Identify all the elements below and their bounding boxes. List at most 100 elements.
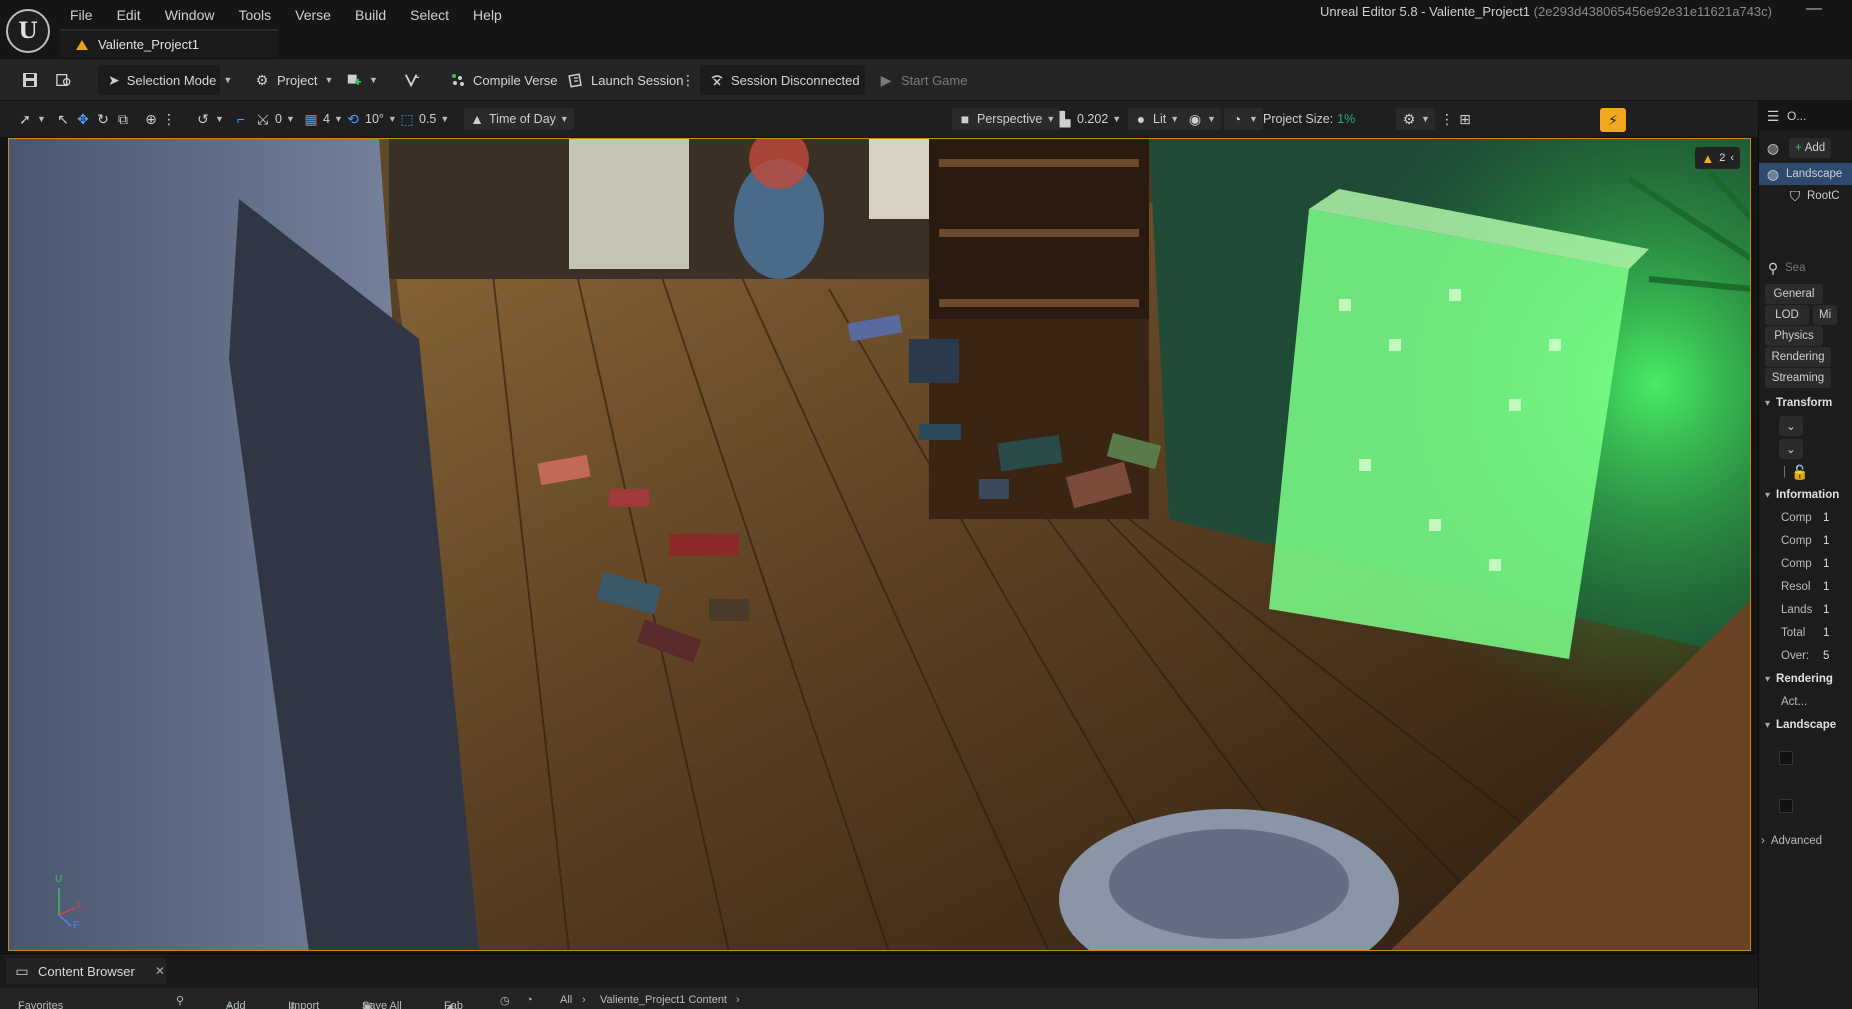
menu-tools[interactable]: Tools [226, 4, 283, 26]
time-of-day-label: Time of Day [489, 112, 556, 126]
menu-edit[interactable]: Edit [105, 4, 153, 26]
project-tab[interactable]: Valiente_Project1 [60, 29, 278, 58]
time-of-day-icon: ▲ [470, 111, 484, 127]
transform-scale-lock[interactable]: | 🔓 [1759, 461, 1852, 483]
camera-speed-dropdown[interactable]: ▙ 0.202 ▼ [1052, 108, 1126, 130]
menu-help[interactable]: Help [461, 4, 514, 26]
info-row-overall: Over: 5 [1759, 645, 1852, 667]
outliner-item-landscape[interactable]: ◍ Landscape [1759, 163, 1852, 185]
browse-button[interactable] [46, 65, 82, 95]
history-forward-icon[interactable]: ◔ [526, 994, 533, 1006]
snap-dropdown[interactable]: ↺ ▼ [190, 108, 229, 130]
filter-rendering[interactable]: Rendering [1759, 346, 1852, 368]
angle-snap-dropdown[interactable]: ⟲ 10° ▼ [340, 108, 402, 130]
filter-rendering-button[interactable]: Rendering [1765, 347, 1831, 367]
menu-file[interactable]: File [58, 4, 105, 26]
info-label: Resol [1781, 581, 1811, 593]
outliner-item-rootcomponent[interactable]: ⛉ RootC [1759, 185, 1852, 207]
start-game-label: Start Game [901, 72, 968, 88]
chevron-down-icon: ▼ [324, 75, 334, 85]
viewport-layout-button[interactable]: ⊞ [1452, 108, 1478, 130]
filter-lod[interactable]: LOD Mi [1759, 304, 1852, 326]
session-status[interactable]: Session Disconnected [700, 65, 865, 95]
section-landscape[interactable]: Landscape [1759, 714, 1852, 736]
save-button[interactable] [12, 65, 48, 95]
chevron-down-icon: ▼ [37, 114, 46, 124]
surface-snap-icon: ⌐ [236, 111, 246, 127]
level-viewport[interactable]: ▲ 2 ‹ U L F [8, 138, 1751, 951]
path-all[interactable]: All [560, 994, 572, 1006]
section-advanced[interactable]: › Advanced [1759, 830, 1852, 852]
project-size-warning-icon[interactable]: ⚡ [1600, 108, 1626, 132]
section-information[interactable]: Information [1759, 484, 1852, 506]
scale-mode-button[interactable]: ⧉ [110, 108, 136, 130]
menu-build[interactable]: Build [343, 4, 398, 26]
disconnected-icon [710, 72, 724, 88]
scale-snap-icon: ⬚ [400, 110, 414, 127]
landscape-checkbox-2[interactable] [1759, 795, 1852, 817]
info-label: Comp [1781, 558, 1812, 570]
grid-icon: ▦ [304, 110, 318, 127]
filter-streaming-button[interactable]: Streaming [1765, 368, 1831, 388]
rendering-row-actor[interactable]: Act... [1759, 691, 1852, 713]
view-mode-dropdown[interactable]: ● Lit ▼ [1128, 108, 1185, 130]
history-back-icon[interactable]: ◷ [500, 994, 510, 1007]
add-button[interactable]: + Add [1789, 138, 1832, 158]
rotation-snap-dropdown[interactable]: ⤩ 0 ▼ [250, 108, 300, 130]
chevron-down-icon: ▼ [215, 114, 224, 124]
scale-snap-dropdown[interactable]: ⬚ 0.5 ▼ [394, 108, 454, 130]
compile-verse-button[interactable]: Compile Verse [440, 65, 568, 95]
filter-streaming[interactable]: Streaming [1759, 367, 1852, 389]
angle-snap-value: 10° [365, 112, 384, 126]
filter-misc-button[interactable]: Mi [1813, 305, 1838, 325]
project-size-indicator[interactable]: Project Size: 1% [1258, 108, 1360, 130]
menu-select[interactable]: Select [398, 4, 461, 26]
search-icon[interactable]: ⚲ [176, 994, 184, 1007]
start-game-button[interactable]: ▶ Start Game [868, 65, 977, 95]
details-search[interactable]: ⚲ Sea [1759, 257, 1852, 279]
section-rendering[interactable]: Rendering [1759, 668, 1852, 690]
transform-rotation-dropdown[interactable]: ⌄ [1759, 438, 1852, 460]
landscape-checkbox-1[interactable] [1759, 747, 1852, 769]
chevron-down-icon: ▼ [1112, 114, 1122, 124]
checkbox[interactable] [1779, 799, 1793, 813]
viewport-options-dropdown[interactable]: ➚ ▼ [12, 108, 51, 130]
content-browser-tab[interactable]: ▭ Content Browser ✕ [6, 958, 166, 984]
warning-count: 2 [1719, 152, 1726, 164]
transform-more-button[interactable]: ⋮ [156, 108, 182, 130]
menu-verse[interactable]: Verse [283, 4, 343, 26]
perspective-dropdown[interactable]: ■ Perspective ▼ [952, 108, 1061, 130]
close-icon[interactable]: ✕ [155, 964, 165, 978]
filter-physics[interactable]: Physics [1759, 325, 1852, 347]
fab-label: Fab [444, 1000, 463, 1009]
unreal-logo-icon[interactable]: U [6, 9, 50, 53]
selection-mode-dropdown[interactable]: ➤ Selection Mode ▼ [98, 65, 232, 95]
rendering-row-label: Act... [1781, 696, 1808, 708]
project-label: Project [277, 72, 318, 88]
project-size-value: 1% [1337, 112, 1356, 126]
transform-location-dropdown[interactable]: ⌄ [1759, 415, 1852, 437]
add-content-dropdown[interactable]: ▼ [336, 65, 388, 95]
menu-window[interactable]: Window [153, 4, 227, 26]
viewport-scene [9, 139, 1750, 950]
gear-icon: ⚙ [1402, 110, 1416, 127]
verse-button[interactable] [394, 65, 430, 95]
chevron-down-icon: ▼ [1207, 114, 1216, 124]
show-flags-dropdown[interactable]: ◉ ▼ [1182, 108, 1221, 130]
time-of-day-dropdown[interactable]: ▲ Time of Day ▼ [464, 108, 574, 130]
project-dropdown[interactable]: ⚙ Project ▼ [244, 65, 343, 95]
filter-physics-button[interactable]: Physics [1765, 326, 1823, 346]
outliner-tab[interactable]: ☰ O... [1759, 101, 1852, 131]
viewport-warning-badge[interactable]: ▲ 2 ‹ [1695, 147, 1740, 169]
more-options-button[interactable]: ⋮ [674, 65, 702, 95]
checkbox[interactable] [1779, 751, 1793, 765]
section-transform[interactable]: Transform [1759, 392, 1852, 414]
chevron-down-icon: ▼ [223, 75, 233, 85]
filter-general-button[interactable]: General [1765, 284, 1823, 304]
filter-general[interactable]: General [1759, 283, 1852, 305]
minimize-icon[interactable]: — [1806, 0, 1822, 18]
plus-icon: + [1795, 142, 1802, 154]
path-project-content[interactable]: Valiente_Project1 Content [600, 994, 727, 1006]
filter-lod-button[interactable]: LOD [1765, 305, 1809, 325]
viewport-settings-dropdown[interactable]: ⚙ ▼ [1396, 108, 1435, 130]
